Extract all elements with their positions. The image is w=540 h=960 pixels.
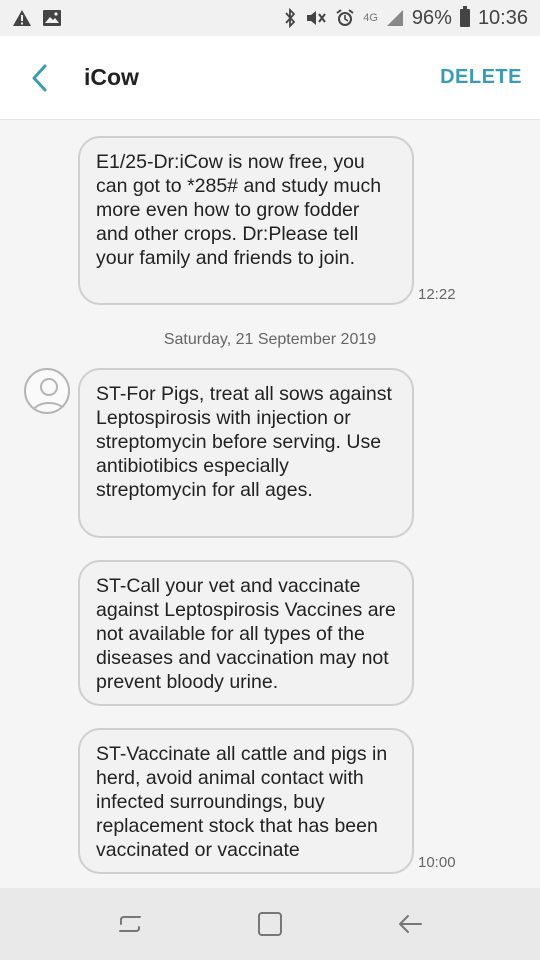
- message-text: ST-Call your vet and vaccinate against L…: [96, 575, 396, 693]
- message-bubble[interactable]: ST-Vaccinate all cattle and pigs in herd…: [78, 728, 414, 874]
- mute-icon: [305, 8, 327, 28]
- clock: 10:36: [477, 6, 528, 29]
- message-text: ST-For Pigs, treat all sows against Lept…: [96, 383, 392, 501]
- recent-apps-icon: [119, 916, 141, 932]
- delete-button[interactable]: DELETE: [440, 66, 522, 89]
- network-type: 4G: [363, 11, 378, 24]
- back-icon: [399, 915, 422, 933]
- message-timestamp: 10:00: [418, 854, 456, 871]
- chevron-left-icon: [32, 64, 47, 91]
- message-timestamp: 12:22: [418, 286, 456, 303]
- alarm-icon: [335, 8, 355, 28]
- home-button[interactable]: [240, 894, 300, 954]
- system-back-button[interactable]: [380, 894, 440, 954]
- message-bubble[interactable]: ST-Call your vet and vaccinate against L…: [78, 560, 414, 706]
- battery-icon: [459, 6, 470, 27]
- bluetooth-icon: [283, 8, 297, 28]
- contact-avatar[interactable]: [24, 368, 70, 414]
- back-button[interactable]: [0, 36, 80, 120]
- navigation-bar: [0, 888, 540, 960]
- warning-icon: [12, 9, 32, 27]
- image-icon: [42, 9, 62, 27]
- person-icon: [32, 378, 66, 412]
- date-separator: Saturday, 21 September 2019: [163, 331, 377, 348]
- status-right-icons: 4G 96% 10:36: [283, 6, 528, 30]
- home-icon: [258, 912, 282, 936]
- recent-apps-button[interactable]: [100, 894, 160, 954]
- status-left-icons: [12, 9, 62, 27]
- message-bubble[interactable]: E1/25-Dr:iCow is now free, you can got t…: [78, 136, 414, 305]
- message-text: ST-Vaccinate all cattle and pigs in herd…: [96, 743, 388, 861]
- status-bar: 4G 96% 10:36: [0, 0, 540, 36]
- signal-icon: [386, 9, 404, 27]
- message-list[interactable]: E1/25-Dr:iCow is now free, you can got t…: [0, 121, 540, 888]
- message-text: E1/25-Dr:iCow is now free, you can got t…: [96, 151, 382, 269]
- battery-percent: 96%: [411, 6, 452, 29]
- app-bar: iCow DELETE: [0, 36, 540, 120]
- message-bubble[interactable]: ST-For Pigs, treat all sows against Lept…: [78, 368, 414, 538]
- conversation-title: iCow: [84, 64, 139, 90]
